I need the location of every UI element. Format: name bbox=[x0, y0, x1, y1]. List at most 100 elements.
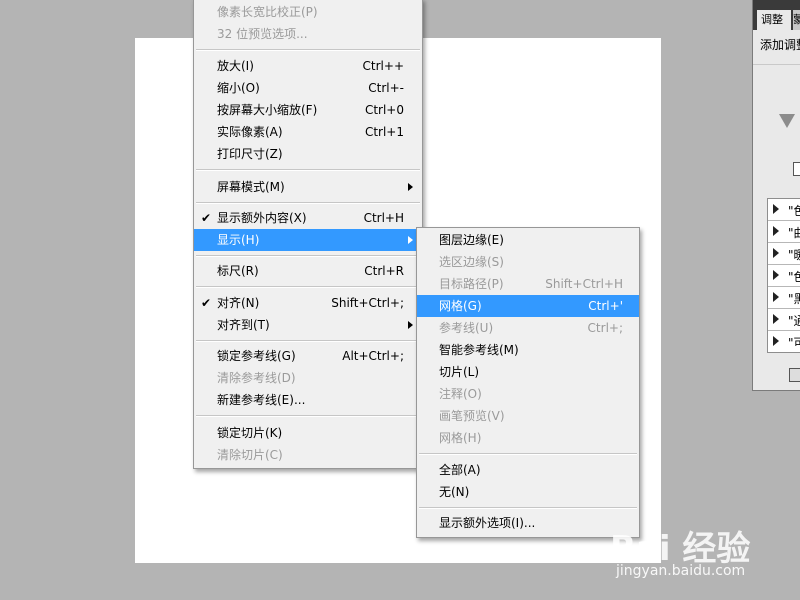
panel-tab-bar: 调整 蒙 bbox=[753, 0, 800, 30]
list-item[interactable]: "色 bbox=[768, 265, 800, 287]
menu-item-label: 目标路径(P) bbox=[439, 277, 504, 291]
list-item[interactable]: "暖 bbox=[768, 243, 800, 265]
menu-item-label: 打印尺寸(Z) bbox=[217, 147, 283, 161]
menu-item-label: 图层边缘(E) bbox=[439, 233, 504, 247]
menu-item-shortcut: Ctrl++ bbox=[362, 59, 404, 73]
menu-item-notes[interactable]: 注释(O) bbox=[417, 383, 639, 405]
menu-item-mesh[interactable]: 网格(H) bbox=[417, 427, 639, 449]
menu-item-selection-edges[interactable]: 选区边缘(S) bbox=[417, 251, 639, 273]
expand-triangle-icon[interactable] bbox=[773, 314, 779, 324]
menu-item-all[interactable]: 全部(A) bbox=[417, 459, 639, 481]
list-item[interactable]: "曲 bbox=[768, 221, 800, 243]
expand-triangle-icon[interactable] bbox=[773, 248, 779, 258]
tab-masks[interactable]: 蒙 bbox=[793, 10, 800, 30]
menu-item-label: 选区边缘(S) bbox=[439, 255, 504, 269]
menu-item-label: 画笔预览(V) bbox=[439, 409, 505, 423]
menu-item-label: 网格(H) bbox=[439, 431, 482, 445]
menu-divider bbox=[196, 255, 420, 257]
preset-label: "可 bbox=[788, 336, 800, 350]
menu-item-shortcut: Ctrl+R bbox=[364, 264, 404, 278]
expand-triangle-icon[interactable] bbox=[773, 204, 779, 214]
expand-triangle-icon[interactable] bbox=[773, 270, 779, 280]
menu-item-shortcut: Ctrl+' bbox=[588, 299, 623, 313]
preset-label: "曲 bbox=[788, 226, 800, 240]
menu-item-label: 显示额外内容(X) bbox=[217, 211, 307, 225]
expand-triangle-icon[interactable] bbox=[773, 292, 779, 302]
list-item[interactable]: "黑 bbox=[768, 287, 800, 309]
list-item[interactable]: "通 bbox=[768, 309, 800, 331]
menu-item-new-guide[interactable]: 新建参考线(E)... bbox=[194, 389, 422, 411]
menu-divider bbox=[196, 169, 420, 171]
menu-item-shortcut: Ctrl+; bbox=[587, 321, 623, 335]
menu-divider bbox=[196, 340, 420, 342]
menu-item-label: 清除参考线(D) bbox=[217, 371, 296, 385]
menu-item-label: 像素长宽比校正(P) bbox=[217, 5, 318, 19]
menu-item-snap-to[interactable]: 对齐到(T) bbox=[194, 314, 422, 336]
menu-item-label: 智能参考线(M) bbox=[439, 343, 519, 357]
menu-divider bbox=[196, 286, 420, 288]
baidu-watermark: Bai 经验 jingyan.baidu.com bbox=[608, 515, 798, 597]
menu-item-label: 新建参考线(E)... bbox=[217, 393, 306, 407]
menu-item-zoom-in[interactable]: 放大(I) Ctrl++ bbox=[194, 55, 422, 77]
menu-item-shortcut: Ctrl+0 bbox=[364, 103, 404, 117]
menu-item-label: 按屏幕大小缩放(F) bbox=[217, 103, 318, 117]
expand-triangle-icon[interactable] bbox=[773, 226, 779, 236]
menu-item-shortcut: Ctrl+1 bbox=[364, 125, 404, 139]
menu-item-rulers[interactable]: 标尺(R) Ctrl+R bbox=[194, 260, 422, 282]
menu-item-label: 屏幕模式(M) bbox=[217, 180, 285, 194]
submenu-arrow-icon bbox=[408, 236, 413, 244]
menu-item-label: 无(N) bbox=[439, 485, 470, 499]
adjustment-icon[interactable] bbox=[793, 162, 800, 176]
menu-item-show-extras[interactable]: ✔ 显示额外内容(X) Ctrl+H bbox=[194, 207, 422, 229]
menu-item-slices[interactable]: 切片(L) bbox=[417, 361, 639, 383]
menu-item-shortcut: Ctrl+H bbox=[363, 211, 404, 225]
menu-item-label: 锁定切片(K) bbox=[217, 426, 283, 440]
menu-item-clear-guides[interactable]: 清除参考线(D) bbox=[194, 367, 422, 389]
down-arrow-icon[interactable] bbox=[779, 114, 795, 128]
preset-label: "暖 bbox=[788, 248, 800, 262]
menu-item-shortcut: Alt+Ctrl+; bbox=[342, 349, 404, 363]
menu-item-clear-slices[interactable]: 清除切片(C) bbox=[194, 444, 422, 466]
preset-list: "色 "曲 "暖 "色 "黑 "通 "可 bbox=[767, 198, 800, 353]
tab-adjustments[interactable]: 调整 bbox=[757, 10, 791, 30]
menu-item-grid[interactable]: 网格(G) Ctrl+' bbox=[417, 295, 639, 317]
menu-item-none[interactable]: 无(N) bbox=[417, 481, 639, 503]
list-item[interactable]: "色 bbox=[768, 199, 800, 221]
menu-item-pixel-aspect-correction[interactable]: 像素长宽比校正(P) bbox=[194, 1, 422, 23]
menu-item-lock-slices[interactable]: 锁定切片(K) bbox=[194, 422, 422, 444]
menu-item-target-path[interactable]: 目标路径(P) Shift+Ctrl+H bbox=[417, 273, 639, 295]
menu-item-label: 参考线(U) bbox=[439, 321, 494, 335]
menu-item-label: 对齐(N) bbox=[217, 296, 260, 310]
return-icon[interactable] bbox=[789, 368, 800, 382]
show-submenu: 图层边缘(E) 选区边缘(S) 目标路径(P) Shift+Ctrl+H 网格(… bbox=[416, 227, 640, 538]
menu-divider bbox=[196, 415, 420, 417]
preset-label: "黑 bbox=[788, 292, 800, 306]
preset-label: "色 bbox=[788, 204, 800, 218]
menu-divider bbox=[196, 49, 420, 51]
menu-item-label: 实际像素(A) bbox=[217, 125, 283, 139]
adjustments-panel: 调整 蒙 添加调整 "色 "曲 "暖 "色 "黑 "通 "可 bbox=[752, 0, 800, 391]
menu-item-32bit-preview[interactable]: 32 位预览选项... bbox=[194, 23, 422, 45]
menu-item-show-extras-options[interactable]: 显示额外选项(I)... bbox=[417, 512, 639, 534]
menu-item-snap[interactable]: ✔ 对齐(N) Shift+Ctrl+; bbox=[194, 292, 422, 314]
menu-item-shortcut: Shift+Ctrl+; bbox=[331, 296, 404, 310]
menu-item-layer-edges[interactable]: 图层边缘(E) bbox=[417, 229, 639, 251]
watermark-url: jingyan.baidu.com bbox=[616, 563, 746, 579]
menu-item-shortcut: Ctrl+- bbox=[368, 81, 404, 95]
menu-item-smart-guides[interactable]: 智能参考线(M) bbox=[417, 339, 639, 361]
list-item[interactable]: "可 bbox=[768, 331, 800, 352]
menu-item-brush-preview[interactable]: 画笔预览(V) bbox=[417, 405, 639, 427]
menu-item-show[interactable]: 显示(H) bbox=[194, 229, 422, 251]
menu-divider bbox=[419, 507, 637, 509]
menu-item-actual-pixels[interactable]: 实际像素(A) Ctrl+1 bbox=[194, 121, 422, 143]
menu-item-zoom-out[interactable]: 缩小(O) Ctrl+- bbox=[194, 77, 422, 99]
submenu-arrow-icon bbox=[408, 321, 413, 329]
menu-item-label: 显示额外选项(I)... bbox=[439, 516, 536, 530]
expand-triangle-icon[interactable] bbox=[773, 336, 779, 346]
menu-item-print-size[interactable]: 打印尺寸(Z) bbox=[194, 143, 422, 165]
menu-item-lock-guides[interactable]: 锁定参考线(G) Alt+Ctrl+; bbox=[194, 345, 422, 367]
menu-item-screen-mode[interactable]: 屏幕模式(M) bbox=[194, 176, 422, 198]
menu-item-fit-screen[interactable]: 按屏幕大小缩放(F) Ctrl+0 bbox=[194, 99, 422, 121]
menu-item-guides[interactable]: 参考线(U) Ctrl+; bbox=[417, 317, 639, 339]
preset-label: "色 bbox=[788, 270, 800, 284]
